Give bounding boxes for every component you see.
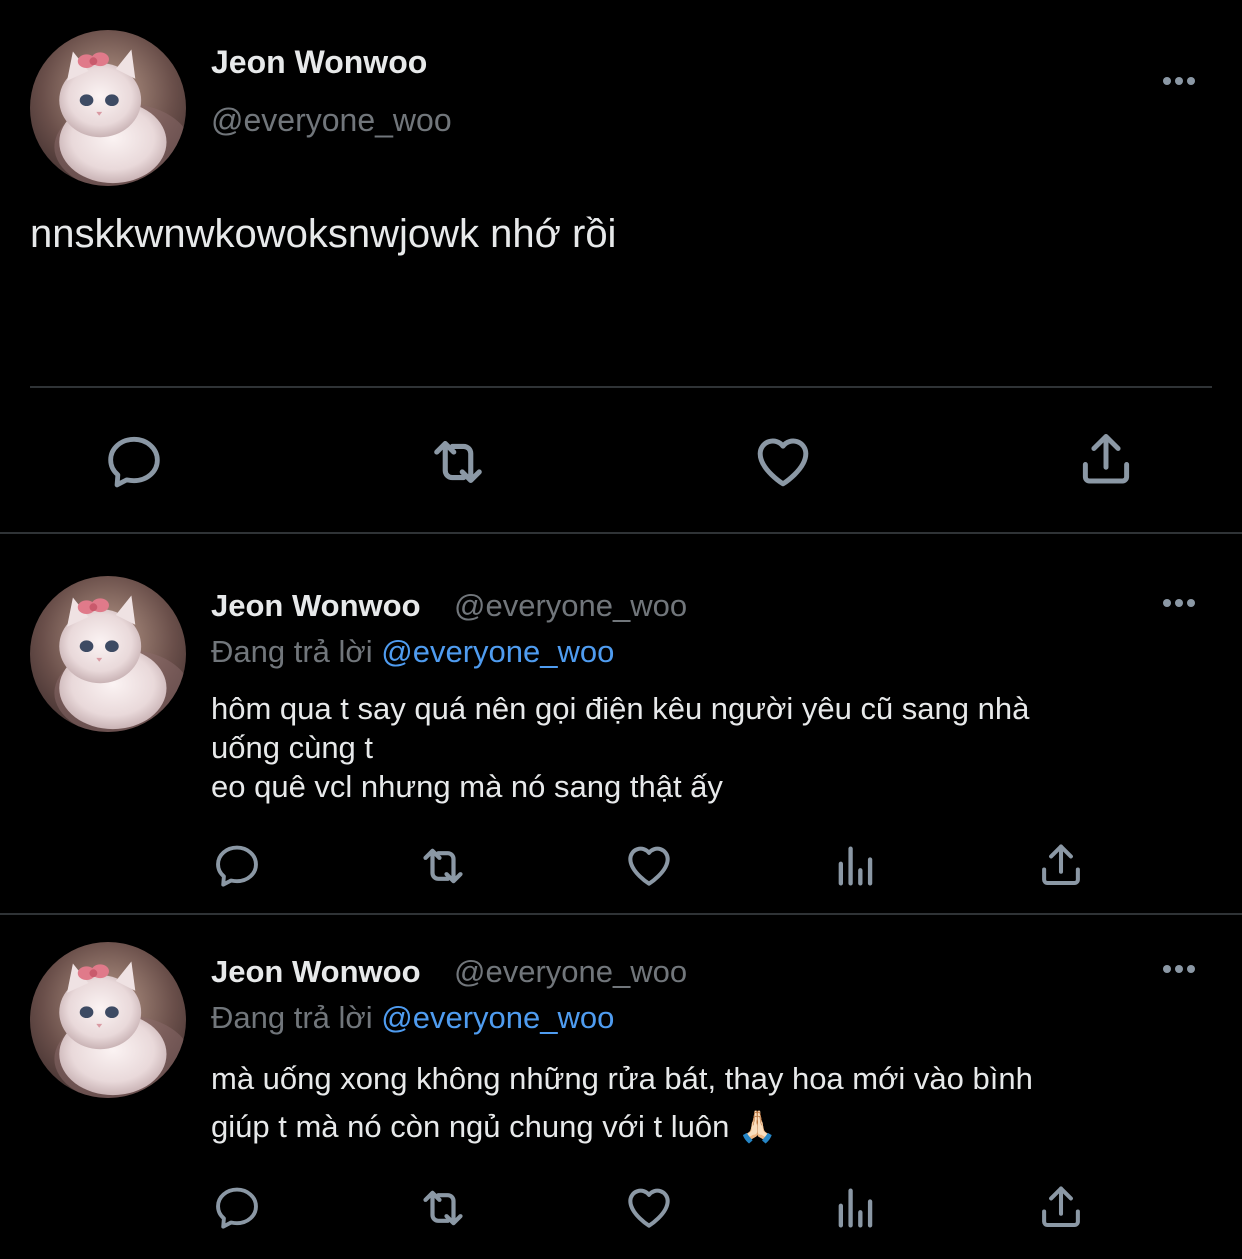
tweet-text: mà uống xong không những rửa bát, thay h…: [211, 1061, 1033, 1144]
more-horizontal-icon[interactable]: [1159, 71, 1199, 91]
replying-prefix: Đang trả lời: [211, 1000, 373, 1035]
author-handle[interactable]: @everyone_woo: [454, 588, 687, 624]
mention-link[interactable]: @everyone_woo: [381, 634, 614, 669]
author-name[interactable]: Jeon Wonwoo: [211, 954, 421, 990]
like-icon[interactable]: [622, 1180, 676, 1234]
avatar[interactable]: [30, 942, 186, 1098]
replying-to-line: Đang trả lời @everyone_woo: [211, 634, 614, 670]
like-icon[interactable]: [622, 838, 676, 892]
more-horizontal-icon[interactable]: [1159, 959, 1199, 979]
analytics-icon[interactable]: [830, 1182, 882, 1234]
divider: [0, 532, 1242, 534]
author-handle[interactable]: @everyone_woo: [454, 954, 687, 990]
mention-link[interactable]: @everyone_woo: [381, 1000, 614, 1035]
avatar[interactable]: [30, 576, 186, 732]
author-name[interactable]: Jeon Wonwoo: [211, 44, 427, 81]
divider: [0, 913, 1242, 915]
retweet-icon[interactable]: [415, 838, 471, 894]
replying-to-line: Đang trả lời @everyone_woo: [211, 1000, 614, 1036]
like-icon[interactable]: [750, 428, 816, 494]
author-handle[interactable]: @everyone_woo: [211, 102, 452, 139]
share-icon[interactable]: [1073, 426, 1139, 492]
comment-icon[interactable]: [102, 430, 166, 494]
comment-icon[interactable]: [211, 840, 263, 892]
tweet-text: nnskkwnwkowoksnwjowk nhớ rồi: [30, 212, 617, 256]
author-name[interactable]: Jeon Wonwoo: [211, 588, 421, 624]
replying-prefix: Đang trả lời: [211, 634, 373, 669]
retweet-icon[interactable]: [415, 1180, 471, 1236]
share-icon[interactable]: [1034, 838, 1088, 892]
share-icon[interactable]: [1034, 1180, 1088, 1234]
divider: [30, 386, 1212, 388]
retweet-icon[interactable]: [424, 428, 492, 496]
comment-icon[interactable]: [211, 1182, 263, 1234]
avatar[interactable]: [30, 30, 186, 186]
tweet-text: hôm qua t say quá nên gọi điện kêu người…: [211, 691, 1030, 804]
more-horizontal-icon[interactable]: [1159, 593, 1199, 613]
analytics-icon[interactable]: [830, 840, 882, 892]
